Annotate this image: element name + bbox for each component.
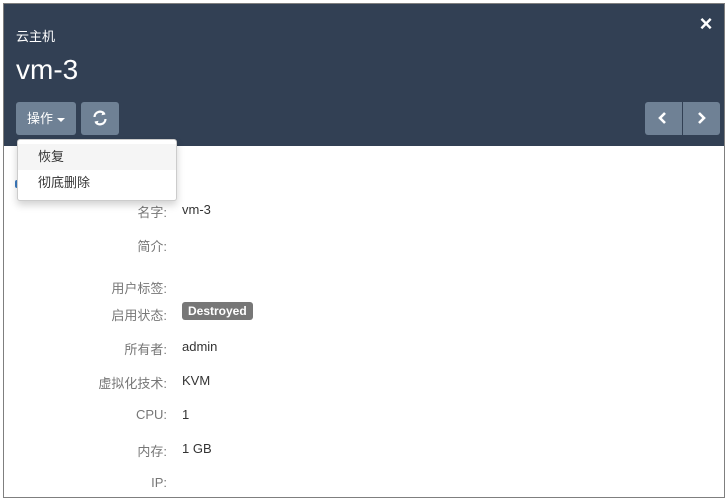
caret-down-icon bbox=[57, 117, 65, 122]
name-value: vm-3 bbox=[182, 202, 211, 217]
previous-button[interactable] bbox=[645, 102, 682, 135]
hypervisor-value: KVM bbox=[182, 373, 211, 388]
actions-dropdown-menu: 恢复 彻底删除 bbox=[17, 139, 177, 201]
refresh-icon bbox=[93, 110, 107, 126]
ip-label: IP: bbox=[151, 475, 167, 490]
user-tags-label: 用户标签: bbox=[111, 281, 167, 296]
actions-button[interactable]: 操作 bbox=[16, 102, 76, 135]
actions-button-label: 操作 bbox=[26, 111, 53, 126]
status-badge: Destroyed bbox=[182, 302, 253, 320]
owner-value: admin bbox=[182, 339, 218, 354]
owner-label: 所有者: bbox=[124, 342, 167, 357]
cpu-label: CPU: bbox=[135, 407, 167, 422]
hypervisor-label: 虚拟化技术: bbox=[98, 376, 167, 391]
page-title: vm-3 bbox=[16, 54, 79, 85]
menu-item-recover[interactable]: 恢复 bbox=[18, 144, 176, 170]
detail-panel: 云主机 vm-3 × 操作 名字: vm-3 简介: 用户标签: 启用状态: D… bbox=[3, 3, 725, 498]
close-icon[interactable]: × bbox=[696, 13, 716, 35]
state-label: 启用状态: bbox=[111, 308, 167, 323]
chevron-right-icon bbox=[698, 112, 706, 124]
chevron-left-icon bbox=[658, 112, 666, 124]
memory-value: 1 GB bbox=[182, 441, 212, 456]
panel-header: 云主机 vm-3 × 操作 bbox=[4, 4, 724, 146]
name-label: 名字: bbox=[137, 205, 167, 220]
resource-type-label: 云主机 bbox=[16, 29, 56, 44]
menu-item-expunge[interactable]: 彻底删除 bbox=[18, 170, 176, 196]
cpu-value: 1 bbox=[182, 407, 190, 422]
memory-label: 内存: bbox=[137, 444, 167, 459]
next-button[interactable] bbox=[683, 102, 720, 135]
refresh-button[interactable] bbox=[81, 102, 119, 135]
description-label: 简介: bbox=[137, 239, 167, 254]
